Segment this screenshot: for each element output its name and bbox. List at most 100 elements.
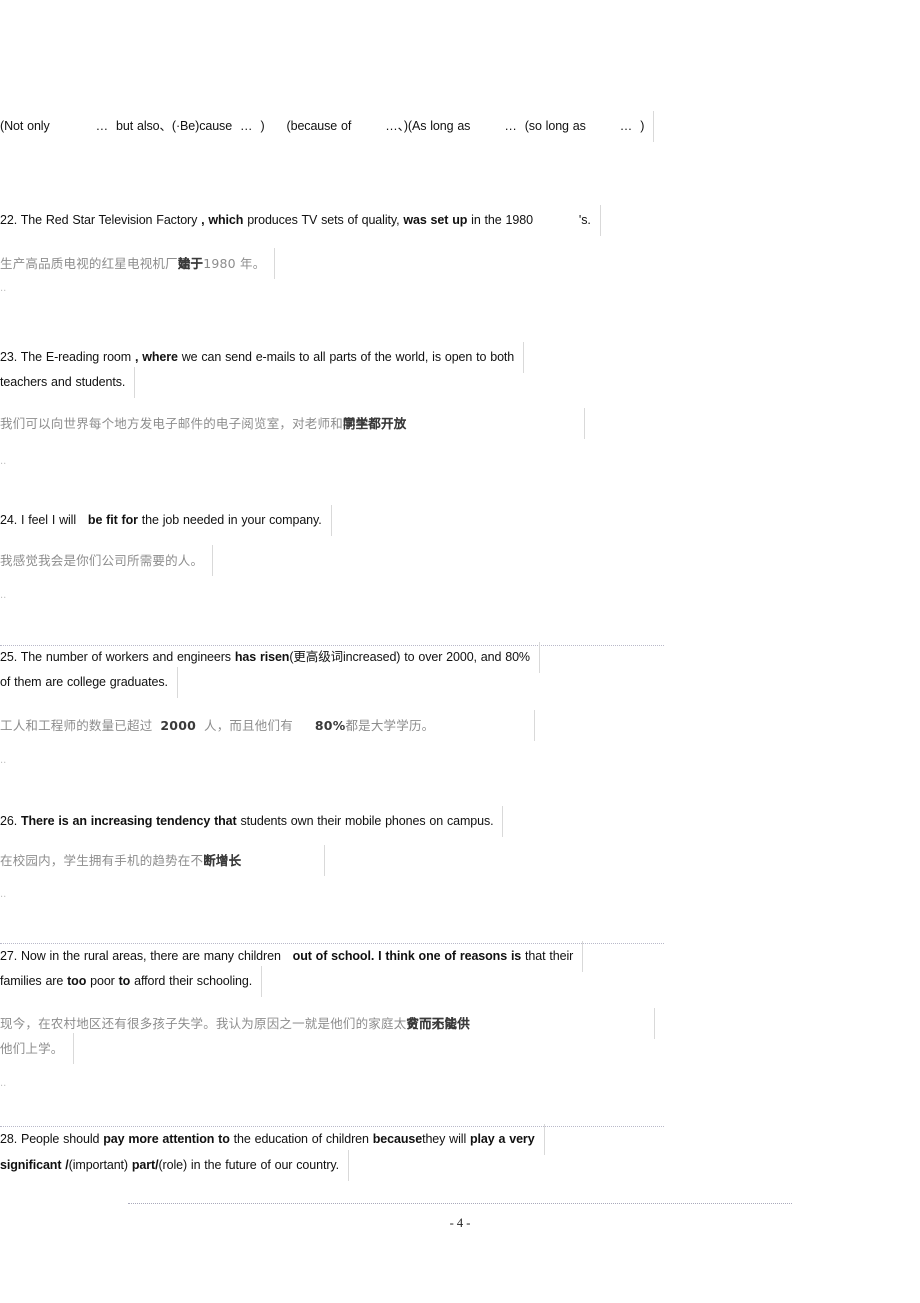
exercise-item-26-translation: 在校园内，学生拥有手机的趋势在不断增长 断增长 [0, 845, 664, 876]
exercise-item-27-english-line2: families are too poor to afford their sc… [0, 966, 664, 997]
item-28-keyword-because: because [372, 1132, 423, 1146]
item-28-text-c: they will [422, 1132, 467, 1146]
item-23-text-line2: teachers and students. [0, 375, 126, 389]
item-22-number: 22. [0, 213, 18, 227]
item-28-keyword-part: part/ [131, 1158, 159, 1172]
exercise-item-28-english-line2: significant /(important) part/(role) in … [0, 1150, 664, 1181]
item-25-trailing-mark: ·· [0, 758, 7, 769]
item-27-trailing-mark: ·· [0, 1081, 7, 1092]
item-25-text-a: The number of workers and engineers [20, 650, 231, 664]
item-28-number: 28. [0, 1132, 18, 1146]
item-24-number: 24. [0, 513, 18, 527]
item-27-text-b: that their [525, 949, 574, 963]
item-25-cn-part5: 都是大学学历。 [345, 718, 435, 733]
item-28-keyword-significant: significant / [0, 1158, 69, 1172]
item-25-text-b: to over 2000, and 80% [404, 650, 530, 664]
item-26-number: 26. [0, 814, 18, 828]
item-26-cn-overlap-over: 断增长 [203, 853, 242, 868]
item-28-text-a: People should [20, 1132, 100, 1146]
footer-divider [128, 1203, 792, 1206]
exercise-item-23-english: 23. The E-reading room , where we can se… [0, 342, 664, 373]
item-22-text-b: produces TV sets of quality, [247, 213, 400, 227]
conj-but-also-because: but also、(·Be)cause [116, 119, 233, 133]
conjunction-reference-line: (Not only … but also、(·Be)cause …) (because … [0, 111, 664, 142]
item-27-keyword-to: to [118, 974, 131, 988]
item-25-cn-part3: 人，而且他们有 [204, 718, 293, 733]
item-27-cn-overlap-over: 贫而无法供 [406, 1016, 470, 1031]
item-26-keyword-tendency: There is an increasing tendency that [20, 814, 237, 828]
item-25-cn-part1: 工人和工程师的数量已超过 [0, 718, 153, 733]
item-22-trailing-mark: ·· [0, 286, 7, 297]
item-22-keyword-which: , which [201, 213, 244, 227]
item-28-keyword-pay-attention: pay more attention to [103, 1132, 230, 1146]
item-27-text-a: Now in the rural areas, there are many c… [20, 949, 281, 963]
item-27-number: 27. [0, 949, 18, 963]
item-25-cn-percent: 80% [314, 718, 346, 733]
item-26-cn-overlap: 断增长 断增长 [203, 848, 241, 873]
item-25-cn-number: 2000 [160, 718, 196, 733]
exercise-item-28-english: 28. People should pay more attention to … [0, 1124, 664, 1155]
item-26-text-b: students own their mobile phones on camp… [240, 814, 494, 828]
item-22-cn-overlap-over: 始于 [177, 256, 204, 271]
item-27-cn-main: 现今，在农村地区还有很多孩子失学。我认为原因之一就是他们的家庭太 [0, 1016, 407, 1031]
exercise-item-27-translation: 现今，在农村地区还有很多孩子失学。我认为原因之一就是他们的家庭太穷而不能供 贫而无… [0, 1008, 664, 1039]
item-27-text-line2-b: poor [90, 974, 115, 988]
exercise-item-25-english-line2: of them are college graduates. [0, 667, 664, 698]
conj-because-of: (because of [286, 119, 352, 133]
item-27-cn-overlap: 穷而不能供 贫而无法供 [406, 1011, 470, 1036]
item-23-cn-overlap: 学生都开放 同学都开放 [343, 411, 407, 436]
conj-so-long-as: (so long as [524, 119, 586, 133]
item-27-keyword-too: too [67, 974, 87, 988]
item-22-text-c: in the 1980 [471, 213, 533, 227]
item-22-text-d: 's. [578, 213, 591, 227]
exercise-item-24-translation: 我感觉我会是你们公司所需要的人。 [0, 545, 664, 576]
item-22-text-a: The Red Star Television Factory [20, 213, 198, 227]
item-24-text-b: the job needed in your company. [141, 513, 322, 527]
exercise-item-27-translation-line2: 他们上学。 [0, 1033, 664, 1064]
item-28-text-b: the education of children [233, 1132, 369, 1146]
item-25-text-line2: of them are college graduates. [0, 675, 168, 689]
exercise-item-22-translation: 生产高品质电视的红星电视机厂建于 始于 1980 年。 [0, 248, 664, 279]
exercise-item-25-english: 25. The number of workers and engineers … [0, 642, 664, 673]
item-23-cn-overlap-over: 同学都开放 [342, 416, 407, 431]
item-27-text-line2-c: afford their schooling. [134, 974, 253, 988]
conj-ellipsis-2: … [240, 119, 253, 133]
item-22-cn-tail: 1980 年。 [203, 256, 266, 271]
item-23-text-b: we can send e-mails to all parts of the … [181, 350, 515, 364]
exercise-item-23-translation: 我们可以向世界每个地方发电子邮件的电子阅览室，对老师和学生都开放 同学都开放 [0, 408, 664, 439]
exercise-item-25-translation: 工人和工程师的数量已超过 2000 人，而且他们有 80%都是大学学历。 [0, 710, 664, 741]
item-23-text-a: The E-reading room [20, 350, 132, 364]
item-23-number: 23. [0, 350, 18, 364]
item-25-number: 25. [0, 650, 18, 664]
item-27-cn-line2: 他们上学。 [0, 1041, 64, 1056]
document-page: (Not only … but also、(·Be)cause …) (because … [0, 0, 920, 1303]
item-24-cn-main: 我感觉我会是你们公司所需要的人。 [0, 553, 204, 568]
item-28-text-line2-b: (role) in the future of our country. [158, 1158, 339, 1172]
item-24-keyword-be-fit-for: be fit for [87, 513, 138, 527]
item-25-annotation: (更高级词increased) [289, 650, 401, 664]
conj-not-only: (Not only [0, 119, 50, 133]
exercise-item-22-english: 22. The Red Star Television Factory , wh… [0, 205, 664, 236]
item-25-keyword-has-risen: has risen [234, 650, 290, 664]
exercise-item-26-english: 26. There is an increasing tendency that… [0, 806, 664, 837]
exercise-item-27-english: 27. Now in the rural areas, there are ma… [0, 941, 664, 972]
conj-ellipsis-1: … [95, 119, 109, 133]
exercise-item-24-english: 24. I feel I will be fit for the job nee… [0, 505, 664, 536]
conj-close-paren-2: ) [640, 119, 645, 133]
item-23-cn-main: 我们可以向世界每个地方发电子邮件的电子阅览室，对老师和 [0, 416, 343, 431]
conj-as-long-as: )(As long as [403, 119, 471, 133]
item-24-trailing-mark: ·· [0, 593, 7, 604]
item-28-text-line2-a: (important) [68, 1158, 128, 1172]
conj-close-paren-1: ) [260, 119, 265, 133]
item-26-cn-main: 在校园内，学生拥有手机的趋势在不 [0, 853, 204, 868]
item-28-keyword-play-a-very: play a very [470, 1132, 535, 1146]
item-23-keyword-where: , where [134, 350, 178, 364]
conj-ellipsis-5: … [619, 119, 633, 133]
item-23-trailing-mark: ·· [0, 459, 7, 470]
item-26-trailing-mark: ·· [0, 892, 7, 903]
conj-ellipsis-4: … [504, 119, 517, 133]
item-22-keyword-was-set-up: was set up [403, 213, 468, 227]
page-number: - 4 - [449, 1216, 471, 1230]
item-27-keyword-out-of-school: out of school. I think one of reasons is [292, 949, 522, 963]
item-24-text-a: I feel I will [20, 513, 77, 527]
